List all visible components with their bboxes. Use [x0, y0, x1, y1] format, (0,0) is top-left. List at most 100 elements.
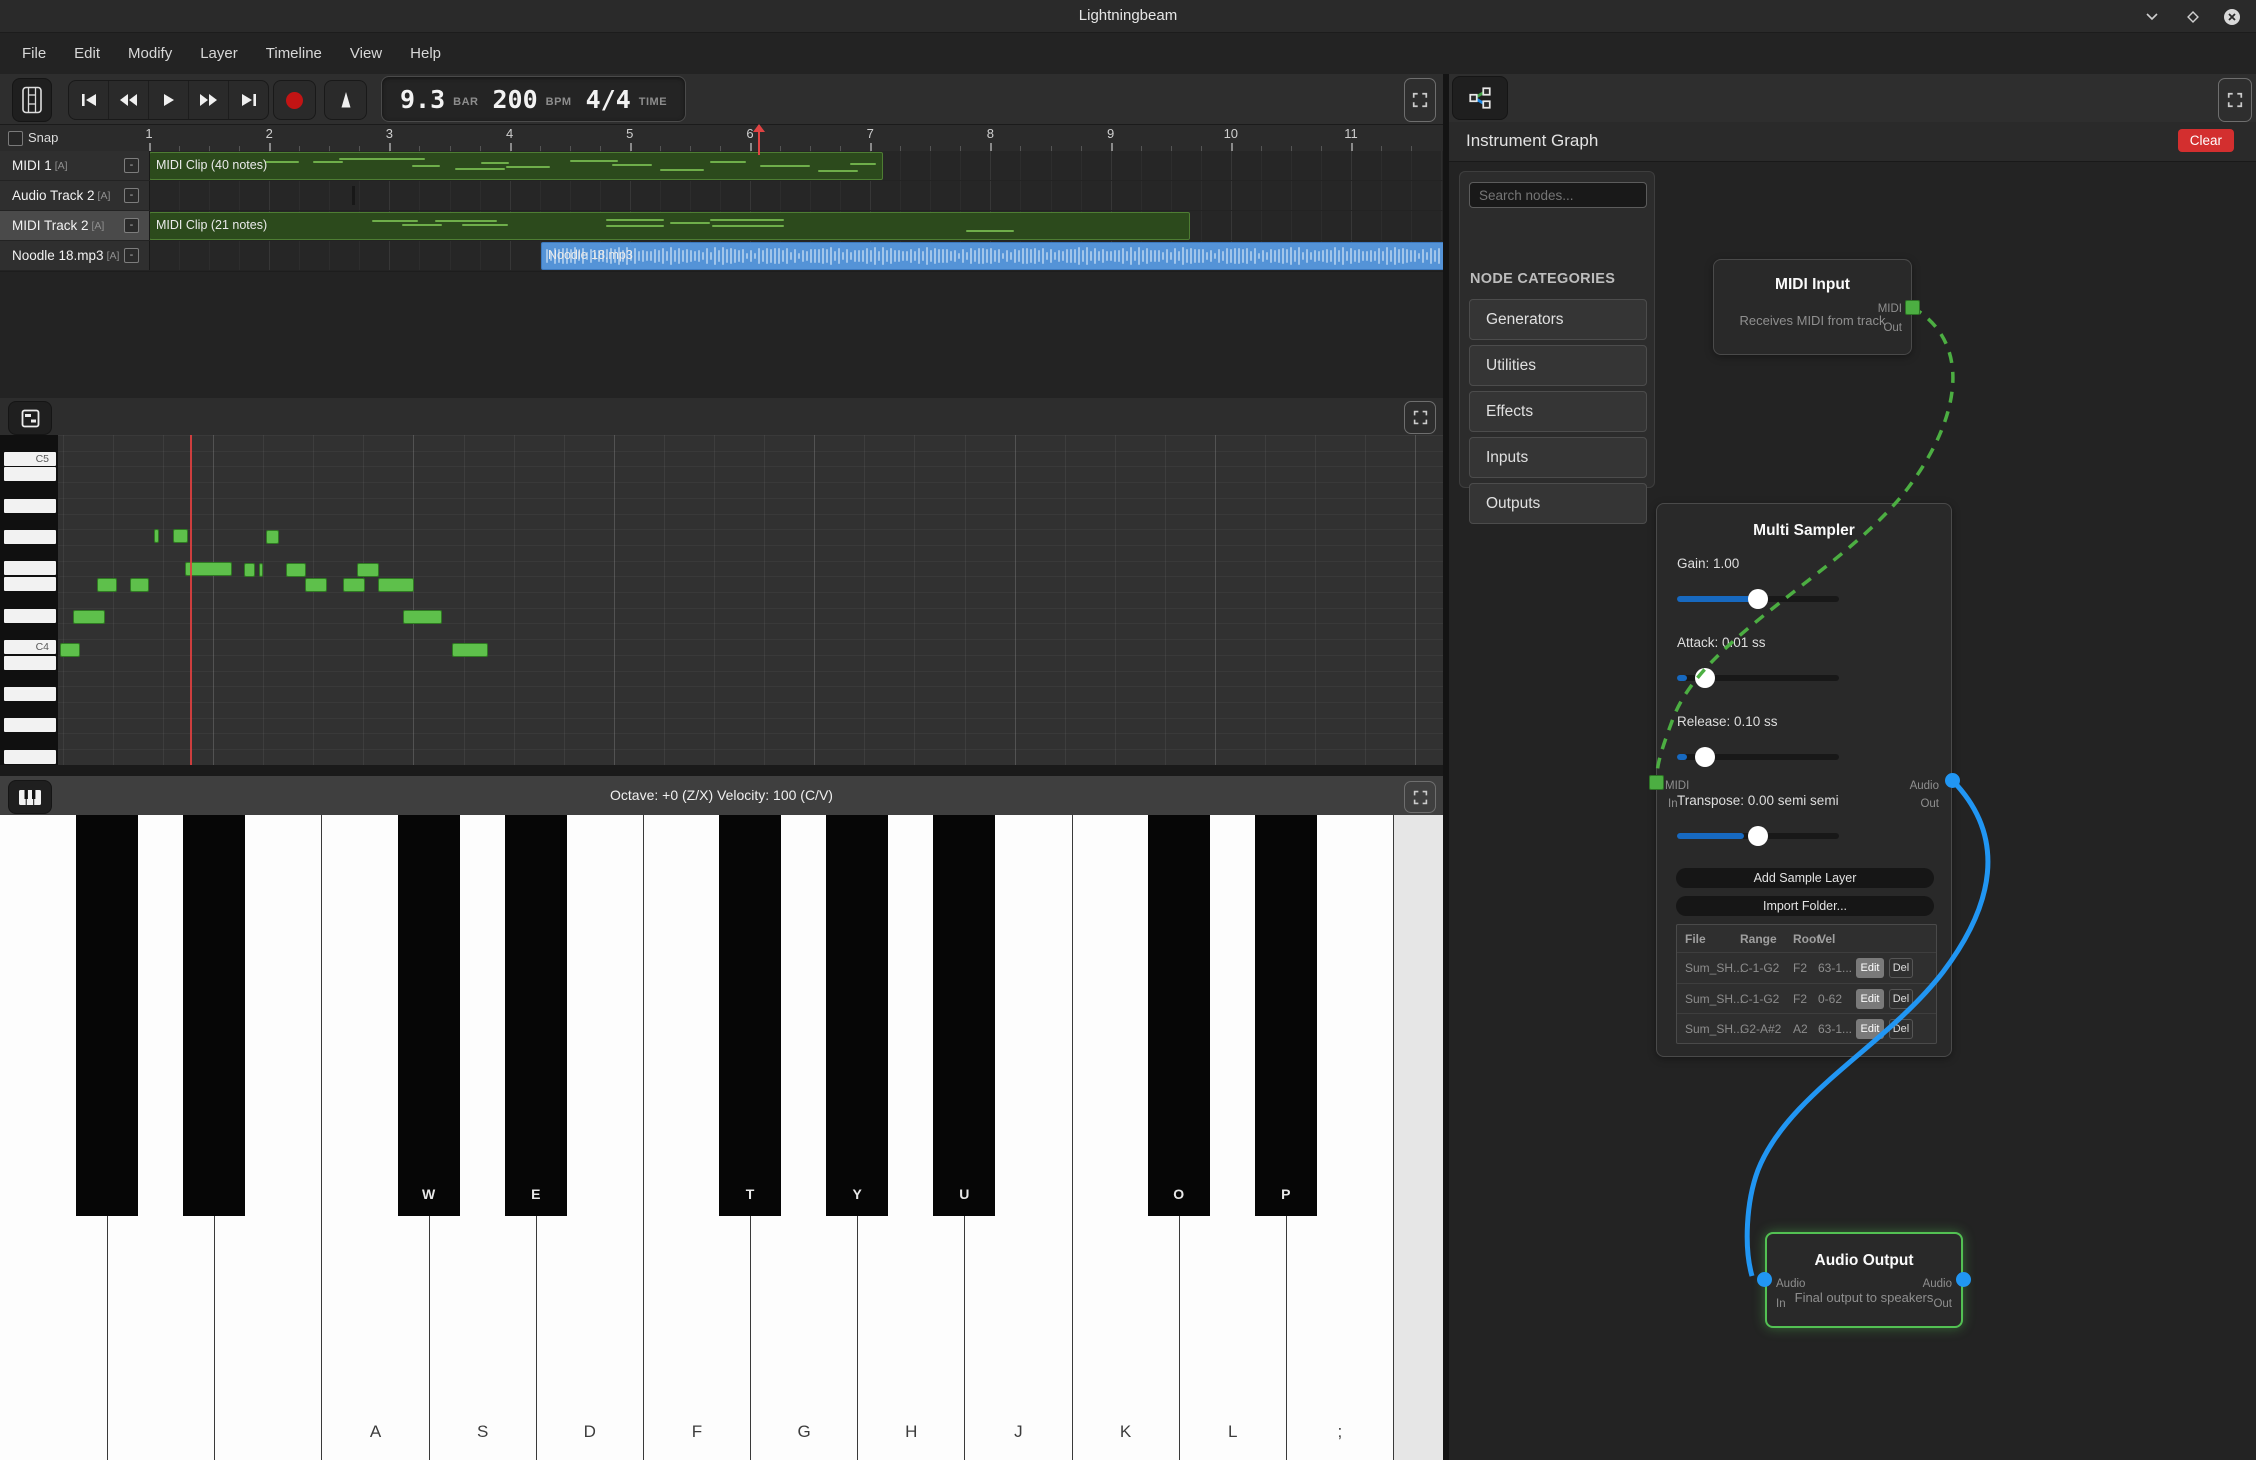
midi-note[interactable] — [286, 563, 306, 577]
midi-note[interactable] — [357, 563, 379, 577]
midi-note[interactable] — [97, 578, 117, 592]
delete-button[interactable]: Del — [1889, 1019, 1913, 1039]
midi-note[interactable] — [73, 610, 105, 624]
menu-item-layer[interactable]: Layer — [186, 33, 252, 74]
black-key-T[interactable]: T — [719, 815, 781, 1216]
black-key[interactable] — [76, 815, 138, 1216]
black-key-W[interactable]: W — [398, 815, 460, 1216]
audio-output-out-connector[interactable] — [1956, 1272, 1971, 1287]
key-lane-white-key[interactable] — [4, 750, 56, 764]
node-audio-output[interactable]: Audio Output Final output to speakers Au… — [1765, 1232, 1963, 1328]
key-lane-white-key[interactable] — [4, 718, 56, 732]
track-lane[interactable]: MIDI Clip (21 notes) — [149, 211, 1443, 240]
key-lane-white-key[interactable] — [4, 577, 56, 591]
key-lane-white-key[interactable] — [4, 609, 56, 623]
menu-item-file[interactable]: File — [8, 33, 60, 74]
key-lane-white-key[interactable] — [4, 499, 56, 513]
slider-knob[interactable] — [1748, 589, 1768, 609]
black-key-U[interactable]: U — [933, 815, 995, 1216]
menu-item-help[interactable]: Help — [396, 33, 455, 74]
track-lane[interactable]: MIDI Clip (40 notes) — [149, 151, 1443, 180]
category-button-utilities[interactable]: Utilities — [1469, 345, 1647, 386]
track-header-noodle-18-mp3[interactable]: Noodle 18.mp3[A]- — [0, 241, 150, 270]
track-checkbox[interactable]: - — [124, 158, 139, 173]
audio-out-connector[interactable] — [1945, 773, 1960, 788]
piano-roll-playhead[interactable] — [190, 435, 192, 765]
midi-note[interactable] — [60, 643, 80, 657]
edit-button[interactable]: Edit — [1856, 1019, 1884, 1039]
midi-note[interactable] — [244, 563, 255, 577]
midi-note[interactable] — [154, 529, 159, 543]
fast-forward-button[interactable] — [189, 81, 229, 119]
node-multi-sampler[interactable]: Multi Sampler Gain: 1.00Attack: 0.01 ssR… — [1656, 503, 1952, 1057]
slider-knob[interactable] — [1695, 668, 1715, 688]
edit-button[interactable]: Edit — [1856, 989, 1884, 1009]
param-slider[interactable] — [1677, 675, 1839, 681]
metronome-button[interactable] — [324, 80, 367, 120]
keyboard-expand-button[interactable] — [1404, 781, 1436, 813]
skip-end-button[interactable] — [229, 81, 268, 119]
midi-note[interactable] — [173, 529, 188, 543]
keyboard-mode-button[interactable] — [8, 780, 52, 814]
add-sample-layer-button[interactable]: Add Sample Layer — [1676, 868, 1934, 888]
track-header-midi-1[interactable]: MIDI 1[A]- — [0, 151, 150, 180]
white-key[interactable] — [1393, 815, 1443, 1460]
audio-clip[interactable]: Noodle 18.mp3 — [541, 242, 1445, 270]
menu-item-edit[interactable]: Edit — [60, 33, 114, 74]
midi-note[interactable] — [343, 578, 365, 592]
key-lane-white-key[interactable] — [4, 687, 56, 701]
rewind-button[interactable] — [109, 81, 149, 119]
midi-note[interactable] — [259, 563, 263, 577]
midi-clip[interactable]: MIDI Clip (40 notes) — [149, 152, 883, 180]
menu-item-view[interactable]: View — [336, 33, 396, 74]
graph-expand-button[interactable] — [2218, 78, 2252, 122]
slider-knob[interactable] — [1748, 826, 1768, 846]
timeline-playhead[interactable] — [758, 125, 760, 155]
graph-mode-button[interactable] — [1452, 76, 1508, 120]
midi-note[interactable] — [130, 578, 149, 592]
delete-button[interactable]: Del — [1889, 989, 1913, 1009]
track-lane[interactable]: Noodle 18.mp3 — [149, 241, 1443, 270]
piano-roll-expand-button[interactable] — [1404, 401, 1436, 434]
piano-roll-mode-button[interactable] — [8, 401, 52, 435]
menu-item-modify[interactable]: Modify — [114, 33, 186, 74]
category-button-inputs[interactable]: Inputs — [1469, 437, 1647, 478]
black-key-P[interactable]: P — [1255, 815, 1317, 1216]
edit-button[interactable]: Edit — [1856, 958, 1884, 978]
snap-checkbox[interactable] — [8, 131, 23, 146]
midi-note[interactable] — [185, 562, 232, 576]
node-midi-input[interactable]: MIDI Input Receives MIDI from track MIDI… — [1713, 259, 1912, 355]
midi-note[interactable] — [403, 610, 442, 624]
search-input[interactable] — [1469, 182, 1647, 208]
maximize-diamond-icon[interactable] — [2184, 8, 2202, 26]
piano-roll[interactable]: C5C4 — [0, 435, 1443, 765]
timeline-ruler[interactable]: Snap 1234567891011 — [0, 125, 1443, 152]
param-slider[interactable] — [1677, 754, 1839, 760]
skip-start-button[interactable] — [69, 81, 109, 119]
track-checkbox[interactable]: - — [124, 218, 139, 233]
category-button-outputs[interactable]: Outputs — [1469, 483, 1647, 524]
play-button[interactable] — [149, 81, 189, 119]
piano-roll-grid[interactable] — [58, 435, 1443, 765]
black-key-E[interactable]: E — [505, 815, 567, 1216]
black-key[interactable] — [183, 815, 245, 1216]
slider-knob[interactable] — [1695, 747, 1715, 767]
audio-in-connector[interactable] — [1757, 1272, 1772, 1287]
key-lane-white-key[interactable] — [4, 530, 56, 544]
delete-button[interactable]: Del — [1889, 958, 1913, 978]
black-key-O[interactable]: O — [1148, 815, 1210, 1216]
timeline-expand-button[interactable] — [1404, 78, 1436, 122]
track-checkbox[interactable]: - — [124, 248, 139, 263]
midi-clip[interactable]: MIDI Clip (21 notes) — [149, 212, 1190, 240]
midi-out-connector[interactable] — [1905, 300, 1920, 315]
param-slider[interactable] — [1677, 596, 1839, 602]
midi-note[interactable] — [266, 530, 279, 544]
midi-note[interactable] — [452, 643, 488, 657]
minimize-chevron-icon[interactable] — [2143, 8, 2161, 26]
midi-note[interactable] — [378, 578, 414, 592]
category-button-effects[interactable]: Effects — [1469, 391, 1647, 432]
record-button[interactable] — [273, 80, 316, 120]
midi-in-connector[interactable] — [1649, 775, 1664, 790]
close-icon[interactable] — [2223, 8, 2241, 26]
category-button-generators[interactable]: Generators — [1469, 299, 1647, 340]
